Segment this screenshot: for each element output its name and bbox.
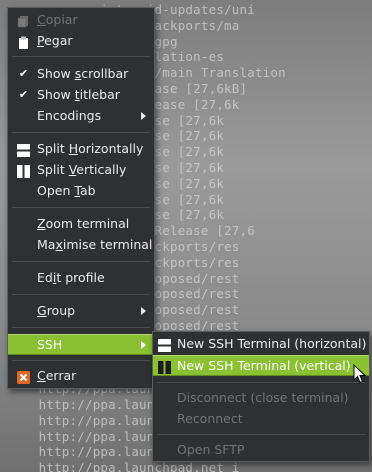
submenu-arrow-icon bbox=[141, 307, 146, 315]
split-horizontally-label: Split Horizontally bbox=[37, 141, 144, 156]
open-sftp-label: Open SFTP bbox=[177, 442, 245, 457]
reconnect-label: Reconnect bbox=[177, 411, 243, 426]
group-menu-item[interactable]: Group bbox=[8, 301, 154, 321]
close-label: Cerrar bbox=[37, 368, 77, 383]
terminal-context-menu: Copiar Pegar ✔ Show scrollbar ✔ Show tit… bbox=[7, 7, 155, 389]
checkmark-icon: ✔ bbox=[18, 88, 29, 101]
disconnect-item[interactable]: Disconnect (close terminal) bbox=[153, 388, 369, 408]
mouse-pointer-icon bbox=[353, 364, 367, 384]
split-horizontally-menu-item[interactable]: Split Horizontally bbox=[8, 139, 154, 159]
menu-separator bbox=[12, 261, 150, 262]
submenu-arrow-icon bbox=[141, 341, 146, 349]
menu-separator bbox=[12, 207, 150, 208]
maximise-terminal-menu-item[interactable]: Maximise terminal bbox=[8, 235, 154, 255]
menu-separator bbox=[12, 294, 150, 295]
split-vertically-menu-item[interactable]: Split Vertically bbox=[8, 160, 154, 180]
encodings-menu-item[interactable]: Encodings bbox=[8, 106, 154, 126]
split-vertical-icon bbox=[17, 164, 30, 178]
split-horizontal-icon bbox=[158, 338, 171, 352]
show-titlebar-label: Show titlebar bbox=[37, 87, 120, 102]
open-sftp-item[interactable]: Open SFTP bbox=[153, 440, 369, 460]
maximise-terminal-label: Maximise terminal bbox=[37, 237, 153, 252]
menu-separator bbox=[12, 132, 150, 133]
encodings-label: Encodings bbox=[37, 108, 102, 123]
menu-separator bbox=[12, 327, 150, 328]
split-vertical-icon bbox=[158, 360, 171, 374]
zoom-terminal-menu-item[interactable]: Zoom terminal bbox=[8, 214, 154, 234]
edit-profile-label: Edit profile bbox=[37, 270, 105, 285]
copy-label: Copiar bbox=[37, 12, 78, 27]
copy-icon bbox=[17, 14, 30, 28]
reconnect-item[interactable]: Reconnect bbox=[153, 409, 369, 429]
split-horizontal-icon bbox=[17, 143, 30, 157]
group-label: Group bbox=[37, 303, 76, 318]
new-ssh-terminal-vertical-item[interactable]: New SSH Terminal (vertical) bbox=[153, 355, 369, 376]
split-vertically-label: Split Vertically bbox=[37, 162, 127, 177]
ssh-submenu: New SSH Terminal (horizontal) New SSH Te… bbox=[152, 331, 370, 462]
menu-separator bbox=[12, 56, 150, 57]
new-ssh-terminal-horizontal-label: New SSH Terminal (horizontal) bbox=[177, 336, 367, 351]
show-scrollbar-label: Show scrollbar bbox=[37, 66, 129, 81]
close-icon bbox=[17, 370, 30, 384]
ssh-label: SSH bbox=[37, 337, 63, 352]
checkmark-icon: ✔ bbox=[18, 67, 29, 80]
menu-separator bbox=[157, 382, 365, 383]
menu-separator bbox=[157, 434, 365, 435]
menu-separator bbox=[12, 360, 150, 361]
paste-icon bbox=[17, 35, 30, 49]
open-tab-label: Open Tab bbox=[37, 183, 96, 198]
submenu-arrow-icon bbox=[141, 112, 146, 120]
edit-profile-menu-item[interactable]: Edit profile bbox=[8, 268, 154, 288]
open-tab-menu-item[interactable]: Open Tab bbox=[8, 181, 154, 201]
new-ssh-terminal-horizontal-item[interactable]: New SSH Terminal (horizontal) bbox=[153, 334, 369, 354]
paste-label: Pegar bbox=[37, 33, 73, 48]
show-scrollbar-menu-item[interactable]: ✔ Show scrollbar bbox=[8, 64, 154, 84]
close-menu-item[interactable]: Cerrar bbox=[8, 366, 154, 386]
show-titlebar-menu-item[interactable]: ✔ Show titlebar bbox=[8, 85, 154, 105]
copy-menu-item[interactable]: Copiar bbox=[8, 10, 154, 30]
ssh-menu-item[interactable]: SSH bbox=[8, 334, 154, 355]
zoom-terminal-label: Zoom terminal bbox=[37, 216, 130, 231]
paste-menu-item[interactable]: Pegar bbox=[8, 31, 154, 51]
new-ssh-terminal-vertical-label: New SSH Terminal (vertical) bbox=[177, 358, 351, 373]
disconnect-label: Disconnect (close terminal) bbox=[177, 390, 349, 405]
